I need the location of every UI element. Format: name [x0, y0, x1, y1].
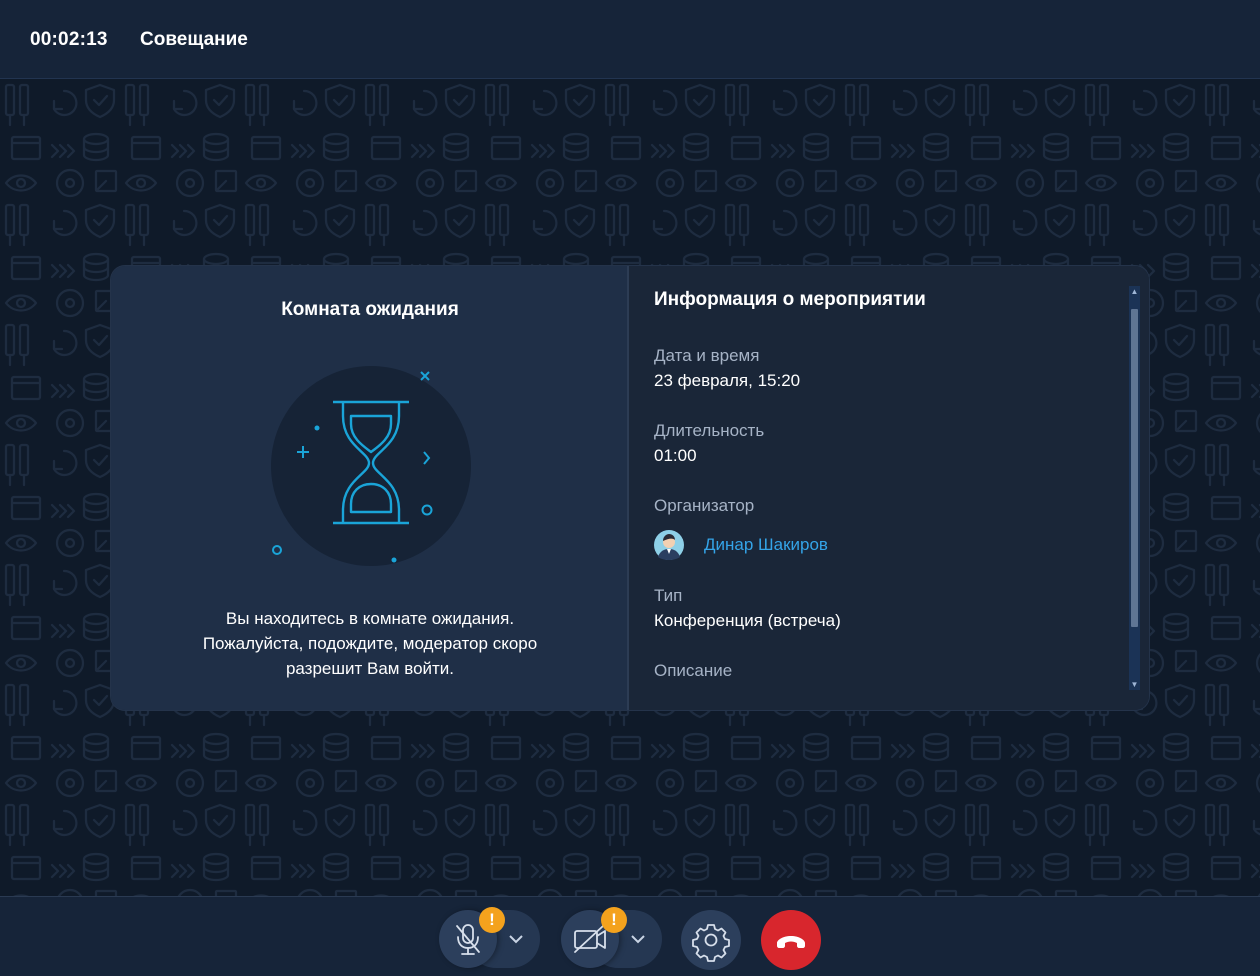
microphone-control: ! — [439, 907, 540, 968]
call-timer: 00:02:13 — [30, 29, 108, 50]
duration-value: 01:00 — [654, 446, 697, 465]
date-time-value: 23 февраля, 15:20 — [654, 371, 801, 390]
top-bar: 00:02:13 Совещание — [0, 0, 1260, 79]
waiting-room-card: Комната ожидания Вы находитесь в комнате… — [111, 266, 1149, 710]
microphone-warning-badge: ! — [479, 907, 505, 933]
waiting-room-panel: Комната ожидания Вы находитесь в комнате… — [111, 266, 629, 710]
waiting-message-line: Вы находитесь в комнате ожидания. — [225, 609, 515, 628]
description-label: Описание — [654, 661, 733, 680]
event-info-title: Информация о мероприятии — [654, 289, 926, 310]
hourglass-icon — [271, 366, 471, 566]
info-scrollbar[interactable]: ▲ ▼ — [1129, 286, 1140, 690]
date-time-label: Дата и время — [654, 346, 760, 365]
phone-hangup-icon — [777, 936, 805, 948]
settings-button[interactable] — [681, 910, 741, 970]
camera-control: ! — [561, 907, 662, 968]
scroll-up-icon[interactable]: ▲ — [1129, 286, 1140, 297]
waiting-message-line: Пожалуйста, подождите, модератор скоро — [202, 634, 538, 653]
scroll-down-icon[interactable]: ▼ — [1129, 679, 1140, 690]
hangup-button[interactable] — [761, 910, 821, 970]
meeting-title: Совещание — [140, 29, 248, 50]
chevron-down-icon — [509, 935, 523, 944]
organizer-name-link[interactable]: Динар Шакиров — [704, 535, 828, 555]
camera-warning-badge: ! — [601, 907, 627, 933]
hourglass-illustration — [261, 362, 481, 572]
waiting-message: Вы находитесь в комнате ожидания. Пожалу… — [151, 606, 589, 681]
user-avatar-icon — [654, 530, 684, 560]
call-controls-bar: ! ! — [0, 896, 1260, 976]
event-info-panel[interactable]: Информация о мероприятии Дата и время 23… — [629, 266, 1149, 710]
organizer-label: Организатор — [654, 496, 755, 515]
waiting-message-line: разрешит Вам войти. — [285, 659, 455, 678]
duration-label: Длительность — [654, 421, 765, 440]
waiting-room-title: Комната ожидания — [281, 299, 459, 320]
type-value: Конференция (встреча) — [654, 611, 841, 630]
scroll-thumb[interactable] — [1131, 309, 1138, 627]
type-label: Тип — [654, 586, 683, 605]
organizer-avatar[interactable] — [654, 530, 684, 560]
gear-icon — [692, 924, 730, 962]
chevron-down-icon — [631, 935, 645, 944]
